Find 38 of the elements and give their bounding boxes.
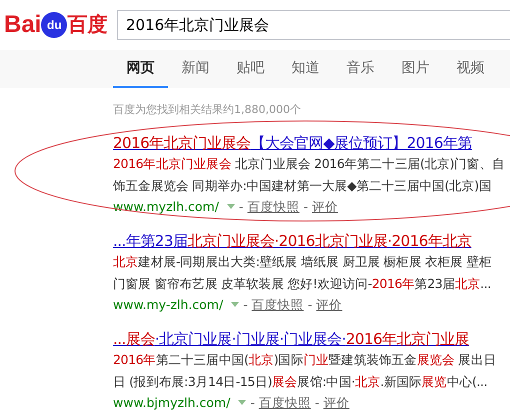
- search-field[interactable]: 2016年北京门业展会: [117, 10, 510, 40]
- result-snippet: 日 (报到布展:3月14日-15日)展会展馆:中国·北京.新国际展览中心(...: [113, 372, 488, 390]
- result-snippet: 北京建材展-同期展出大类:壁纸展 墙纸展 厨卫展 橱柜展 衣柜展 壁柜: [113, 252, 493, 270]
- result-link[interactable]: 评价: [316, 294, 342, 314]
- nav-tab[interactable]: 视频: [443, 50, 498, 88]
- result-url: www.bjmyzlh.com/: [113, 394, 230, 412]
- paw-icon: du: [41, 12, 68, 38]
- result-snippet: 2016年第二十三届中国(北京)国际门业暨建筑装饰五金展览会 展出日: [113, 350, 497, 368]
- result-title[interactable]: ...年第23届北京门业展会·2016北京门业展·2016年北京: [113, 230, 510, 250]
- separator-dash: -: [308, 296, 312, 314]
- nav-tab[interactable]: 音乐: [333, 50, 388, 88]
- caret-icon[interactable]: [231, 302, 240, 307]
- caret-icon[interactable]: [238, 400, 246, 405]
- separator-dash: -: [314, 394, 320, 412]
- result-count: 百度为您找到相关结果约1,880,000个: [113, 102, 302, 118]
- nav-tab[interactable]: 知道: [278, 50, 333, 88]
- nav-tab[interactable]: 贴吧: [223, 50, 278, 88]
- result-link[interactable]: 评价: [323, 392, 350, 412]
- logo-text: Bai: [4, 13, 42, 37]
- result-link[interactable]: 评价: [312, 196, 338, 216]
- nav-tab[interactable]: 图片: [388, 50, 443, 88]
- result-snippet: 门窗展 窗帘布艺展 皮革软装展 您好!欢迎访问-2016年第23届北京...: [113, 274, 492, 292]
- separator-dash: -: [250, 394, 255, 412]
- result-link[interactable]: 百度快照: [252, 294, 304, 314]
- nav-tab[interactable]: 网页: [113, 50, 168, 88]
- logo-text: 百度: [67, 15, 108, 35]
- logo[interactable]: Bai du 百度: [4, 12, 109, 38]
- result-snippet: 饰五金展览会 同期举办:中国建材第一大展◆第二十三届中国(北京)国: [113, 176, 492, 194]
- result-url: www.myzlh.com/: [113, 198, 219, 216]
- result-url: www.my-zlh.com/: [113, 296, 224, 314]
- separator-dash: -: [243, 296, 248, 314]
- separator-dash: -: [238, 198, 244, 216]
- result-link[interactable]: 百度快照: [247, 196, 300, 216]
- caret-icon[interactable]: [226, 204, 235, 209]
- result-snippet: 2016年北京门业展会 北京门业展会 2016年第二十三届(北京)门窗、自: [113, 154, 506, 172]
- separator-dash: -: [303, 198, 308, 216]
- nav-tab[interactable]: 新闻: [168, 50, 223, 88]
- result-link[interactable]: 百度快照: [258, 392, 311, 412]
